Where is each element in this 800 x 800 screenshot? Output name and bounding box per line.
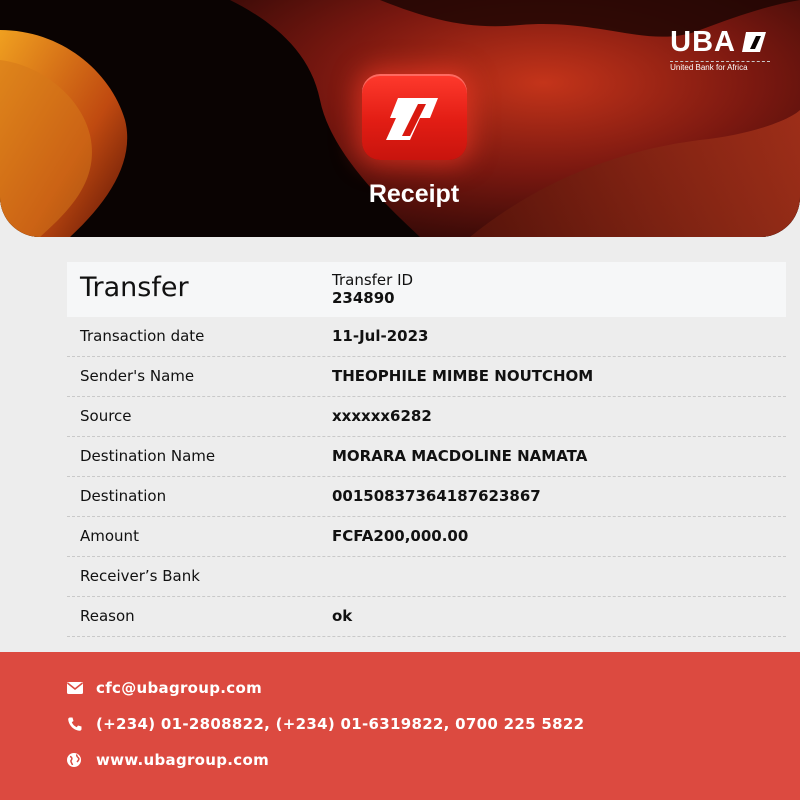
uba-tagline: United Bank for Africa [670,63,748,72]
uba-app-icon [362,74,467,160]
website-link[interactable]: www.ubagroup.com [96,751,269,769]
detail-value: THEOPHILE MIMBE NOUTCHOM [332,367,594,385]
detail-value: MORARA MACDOLINE NAMATA [332,447,588,465]
detail-label: Destination [80,487,167,505]
detail-row-sender-name: Sender's Name THEOPHILE MIMBE NOUTCHOM [67,357,786,397]
detail-value: xxxxxx6282 [332,407,432,425]
detail-value: 11-Jul-2023 [332,327,429,345]
transfer-id-label: Transfer ID [332,271,414,289]
uba-logo-text: UBA [670,25,736,58]
detail-label: Transaction date [80,327,205,345]
page-title: Receipt [368,180,460,208]
detail-row-transaction-date: Transaction date 11-Jul-2023 [67,317,786,357]
detail-value: ok [332,607,353,625]
detail-label: Source [80,407,132,425]
detail-label: Reason [80,607,135,625]
detail-label: Receiver’s Bank [80,567,200,585]
detail-row-source: Source xxxxxx6282 [67,397,786,437]
detail-value: 00150837364187623867 [332,487,541,505]
contact-email[interactable]: cfc@ubagroup.com [66,679,262,697]
transfer-details: Transfer Transfer ID 234890 Transaction … [67,262,786,637]
detail-row-amount: Amount FCFA200,000.00 [67,517,786,557]
receipt-header: UBA United Bank for Africa Receipt [0,0,800,237]
detail-row-reason: Reason ok [67,597,786,637]
phone-text[interactable]: (+234) 01-2808822, (+234) 01-6319822, 07… [96,715,584,733]
uba-logo-mark-icon [742,31,766,52]
detail-label: Sender's Name [80,367,195,385]
transfer-id-value: 234890 [332,289,395,307]
contact-phone[interactable]: (+234) 01-2808822, (+234) 01-6319822, 07… [66,715,584,733]
transfer-type: Transfer [80,272,189,303]
detail-row-destination-name: Destination Name MORARA MACDOLINE NAMATA [67,437,786,477]
detail-label: Destination Name [80,447,216,465]
uba-logo: UBA United Bank for Africa [670,22,770,73]
email-text[interactable]: cfc@ubagroup.com [96,679,262,697]
detail-label: Amount [80,527,139,545]
detail-row-destination: Destination 00150837364187623867 [67,477,786,517]
detail-value: FCFA200,000.00 [332,527,469,545]
phone-icon [68,717,82,731]
contact-website[interactable]: www.ubagroup.com [66,751,269,769]
globe-icon [67,753,81,767]
transfer-header-row: Transfer Transfer ID 234890 [67,262,786,317]
detail-row-receivers-bank: Receiver’s Bank [67,557,786,597]
envelope-icon [67,682,83,694]
contact-footer: cfc@ubagroup.com (+234) 01-2808822, (+23… [0,652,800,800]
